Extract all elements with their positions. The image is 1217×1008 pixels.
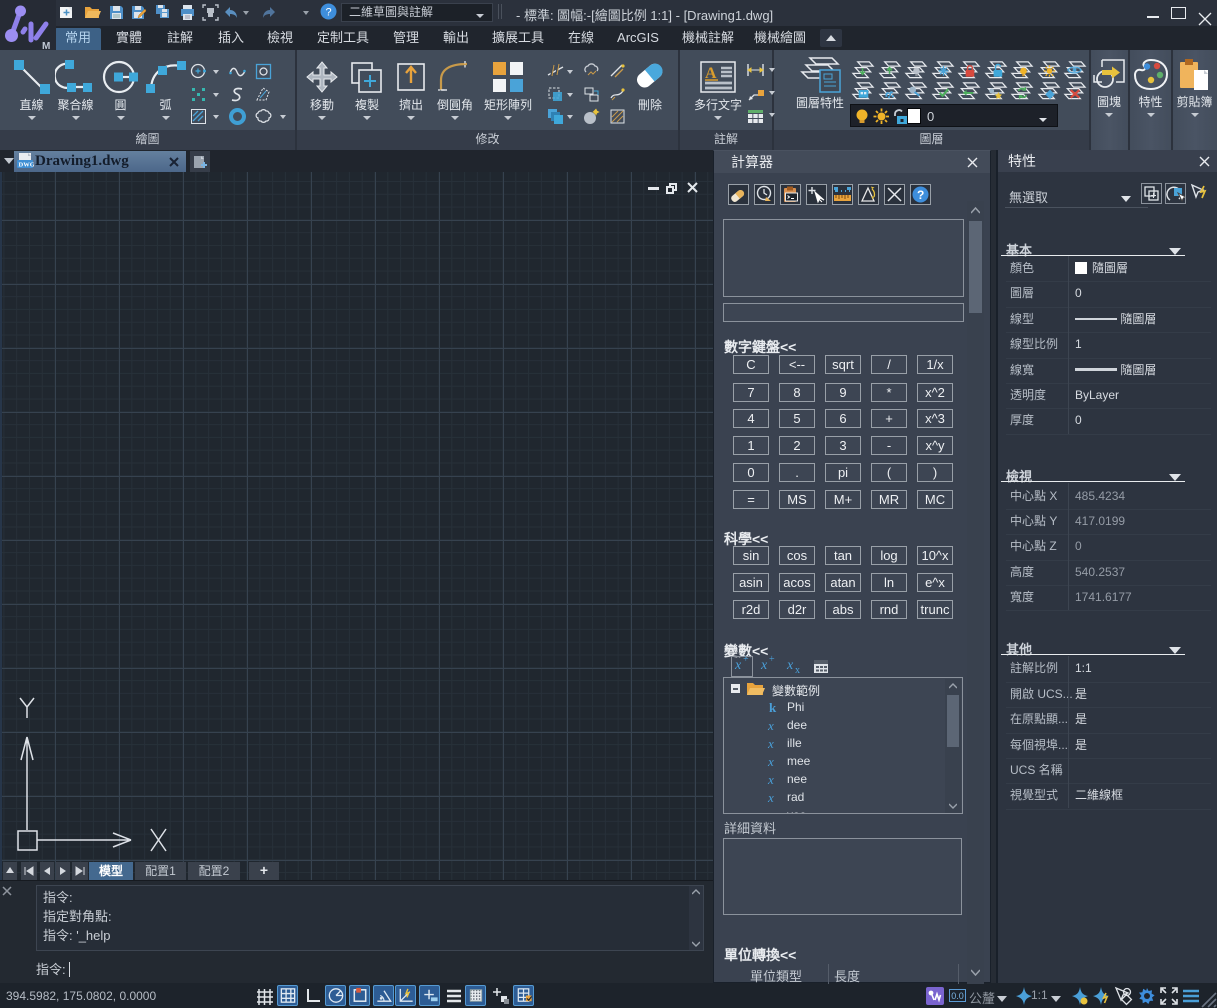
svg-text:?: ?: [326, 7, 332, 19]
svg-text:?: ?: [917, 188, 924, 202]
svg-text:DWG: DWG: [19, 162, 35, 169]
svg-text:M: M: [42, 41, 50, 50]
